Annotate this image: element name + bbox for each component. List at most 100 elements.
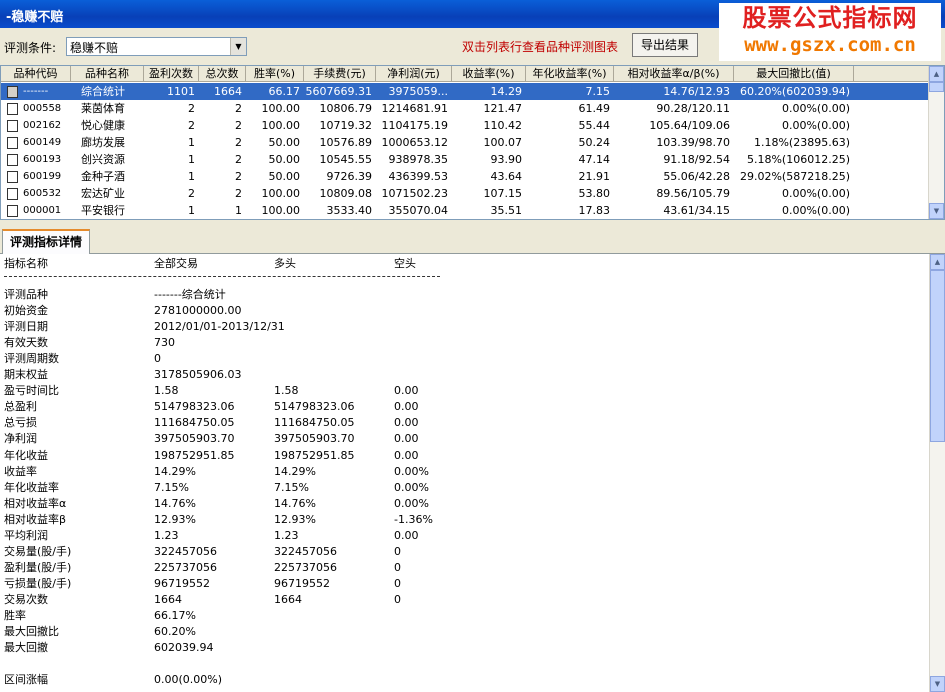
table-cell: 2	[144, 185, 199, 202]
row-checkbox[interactable]	[7, 86, 18, 98]
metric-name: 初始资金	[4, 304, 48, 318]
table-row[interactable]: 002162 悦心健康 2 2 100.00 10719.32 1104175.19 110.…	[1, 117, 928, 134]
cell-text: 600199	[23, 171, 62, 182]
metric-all: 1664	[154, 592, 182, 606]
column-header[interactable]: 手续费(元)	[304, 66, 376, 81]
metric-name: 盈亏时间比	[4, 384, 59, 398]
metric-name: 区间涨幅	[4, 673, 48, 687]
cell-text: 1000653.12	[381, 136, 448, 149]
detail-row: 盈利量(股/手) 225737056 225737056 0	[4, 560, 924, 576]
divider	[4, 276, 440, 277]
cell-text: 3975059...	[388, 85, 448, 98]
condition-select[interactable]: 稳赚不赔 ▼	[66, 37, 247, 56]
table-scrollbar[interactable]: ▲ ▼	[928, 66, 944, 219]
row-checkbox[interactable]	[7, 205, 18, 217]
table-cell: 0.00%(0.00)	[734, 185, 854, 202]
cell-text: 21.91	[578, 170, 611, 183]
cell-text: 89.56/105.79	[656, 187, 730, 200]
cell-text: 2	[188, 187, 195, 200]
metric-name: 平均利润	[4, 528, 48, 542]
metric-short: 0.00	[394, 384, 419, 398]
column-header[interactable]: 品种代码	[1, 66, 71, 81]
table-cell: 50.00	[246, 134, 304, 151]
table-cell: 1000653.12	[376, 134, 452, 151]
cell-text: 110.42	[483, 119, 523, 132]
detail-row: 最大回撤比 60.20%	[4, 624, 924, 640]
chevron-down-icon[interactable]: ▼	[230, 38, 246, 55]
metric-long: 14.29%	[274, 464, 316, 478]
scroll-down-icon[interactable]: ▼	[930, 676, 945, 692]
column-header[interactable]: 盈利次数	[144, 66, 199, 81]
table-cell: 436399.53	[376, 168, 452, 185]
table-cell: 1664	[199, 83, 246, 100]
metric-all: 514798323.06	[154, 400, 235, 414]
detail-row: 交易量(股/手) 322457056 322457056 0	[4, 544, 924, 560]
cell-text: 43.64	[490, 170, 523, 183]
metric-long: 96719552	[274, 576, 330, 590]
scroll-down-icon[interactable]: ▼	[929, 203, 944, 219]
scroll-up-icon[interactable]: ▲	[930, 254, 945, 270]
metric-name: 最大回撤比	[4, 625, 59, 639]
column-header[interactable]: 相对收益率α/β(%)	[614, 66, 734, 81]
table-cell: 3533.40	[304, 202, 376, 219]
detail-scrollbar[interactable]: ▲ ▼	[929, 254, 945, 692]
table-cell: 9726.39	[304, 168, 376, 185]
table-cell: 10545.55	[304, 151, 376, 168]
scroll-up-icon[interactable]: ▲	[929, 66, 944, 82]
metric-long: 111684750.05	[274, 416, 355, 430]
cell-text: 93.90	[490, 153, 523, 166]
table-cell: -------	[1, 83, 71, 100]
cell-text: 100.00	[261, 102, 301, 115]
table-row[interactable]: ------- 综合统计 1101 1664 66.17 5607669.31 397505…	[1, 83, 928, 100]
row-checkbox[interactable]	[7, 137, 18, 149]
metric-short: 0.00	[394, 416, 419, 430]
table-cell: 110.42	[452, 117, 526, 134]
column-header[interactable]: 总次数	[199, 66, 246, 81]
column-header[interactable]: 收益率(%)	[452, 66, 526, 81]
row-checkbox[interactable]	[7, 188, 18, 200]
table-row[interactable]: 000558 莱茵体育 2 2 100.00 10806.79 1214681.91 121.…	[1, 100, 928, 117]
table-cell: 2	[199, 151, 246, 168]
table-cell: 1071502.23	[376, 185, 452, 202]
detail-row: 有效天数 730	[4, 335, 924, 351]
cell-text: 100.00	[261, 204, 301, 217]
scroll-thumb[interactable]	[929, 82, 944, 92]
cell-text: 1	[188, 136, 195, 149]
metric-short: 0.00%	[394, 496, 429, 510]
metric-all: 322457056	[154, 544, 217, 558]
metric-all: 198752951.85	[154, 448, 235, 462]
tab-metric-details[interactable]: 评测指标详情	[2, 229, 90, 255]
column-header[interactable]: 品种名称	[71, 66, 144, 81]
metric-short: 0.00	[394, 448, 419, 462]
table-row[interactable]: 600193 创兴资源 1 2 50.00 10545.55 938978.35 93.90 4…	[1, 151, 928, 168]
cell-text: 100.07	[483, 136, 523, 149]
row-checkbox[interactable]	[7, 171, 18, 183]
table-cell: 355070.04	[376, 202, 452, 219]
cell-text: 10545.55	[319, 153, 373, 166]
cell-text: 7.15	[585, 85, 611, 98]
cell-text: 103.39/98.70	[656, 136, 730, 149]
table-cell: 1214681.91	[376, 100, 452, 117]
table-row[interactable]: 600532 宏达矿业 2 2 100.00 10809.08 1071502.23 107.…	[1, 185, 928, 202]
metric-long: 12.93%	[274, 512, 316, 526]
column-header[interactable]: 净利润(元)	[376, 66, 452, 81]
table-row[interactable]: 000001 平安银行 1 1 100.00 3533.40 355070.04 35.51 1…	[1, 202, 928, 219]
table-cell: 61.49	[526, 100, 614, 117]
column-header[interactable]: 最大回撤比(值)	[734, 66, 854, 81]
detail-row: 最大回撤 602039.94	[4, 640, 924, 656]
table-row[interactable]: 600149 廊坊发展 1 2 50.00 10576.89 1000653.12 100.0…	[1, 134, 928, 151]
export-button[interactable]: 导出结果	[632, 33, 698, 57]
row-checkbox[interactable]	[7, 120, 18, 132]
cell-text: 14.29	[490, 85, 523, 98]
column-header[interactable]: 年化收益率(%)	[526, 66, 614, 81]
table-row[interactable]: 600199 金种子酒 1 2 50.00 9726.39 436399.53 43.64 21…	[1, 168, 928, 185]
detail-row: 亏损量(股/手) 96719552 96719552 0	[4, 576, 924, 592]
row-checkbox[interactable]	[7, 103, 18, 115]
row-checkbox[interactable]	[7, 154, 18, 166]
column-header[interactable]: 胜率(%)	[246, 66, 304, 81]
table-cell: 47.14	[526, 151, 614, 168]
cell-text: 000001	[23, 205, 62, 216]
cell-text: 1	[188, 170, 195, 183]
scroll-thumb[interactable]	[930, 270, 945, 442]
detail-row: 区间涨幅 0.00(0.00%)	[4, 672, 924, 688]
